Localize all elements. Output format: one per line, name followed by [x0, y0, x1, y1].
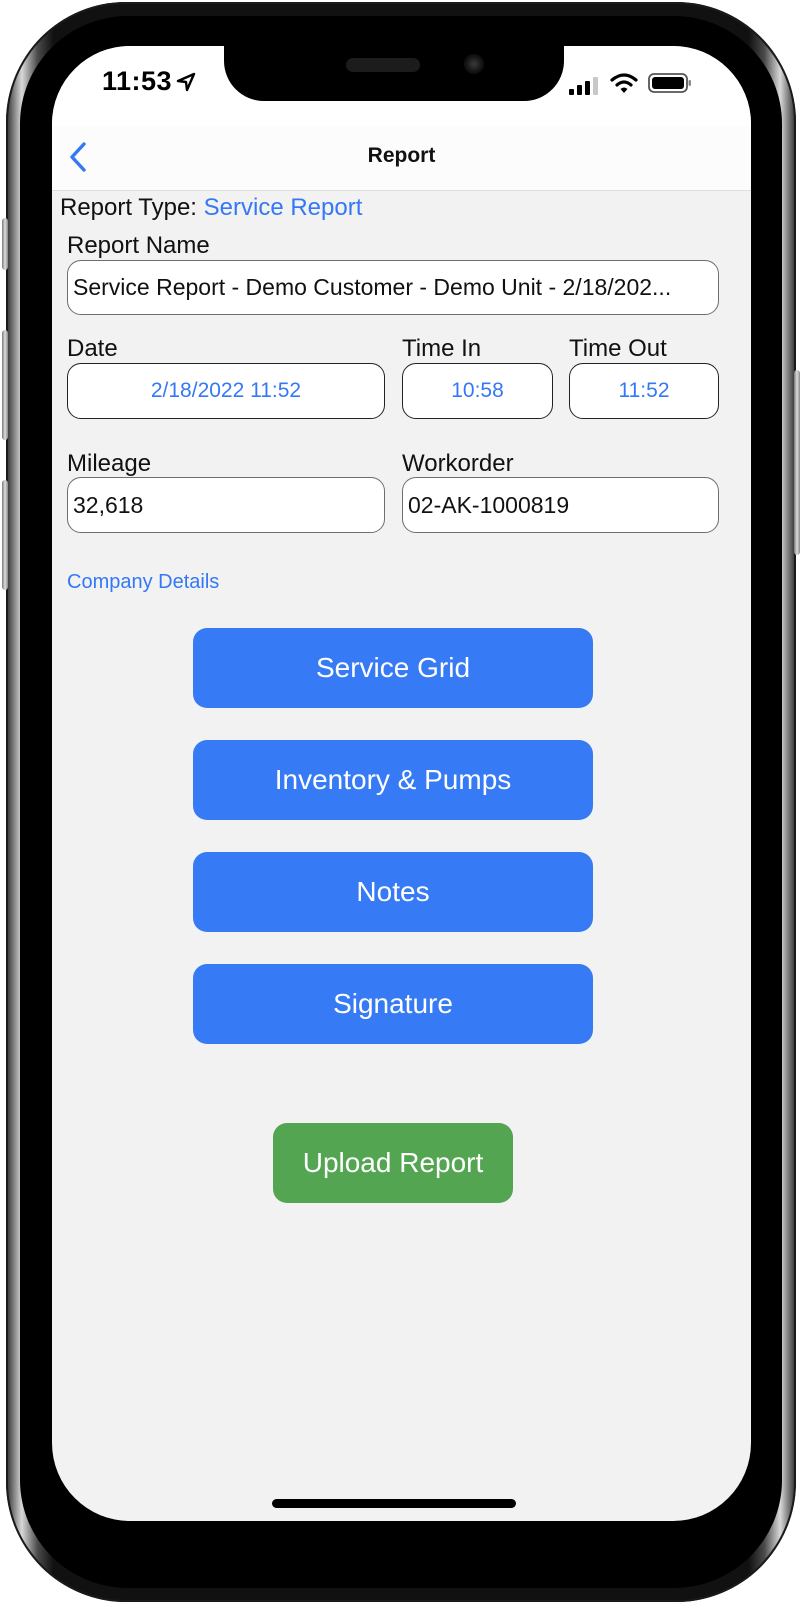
time-in-value: 10:58 [451, 379, 504, 402]
time-out-picker[interactable]: 11:52 [569, 363, 719, 419]
wifi-icon [610, 73, 638, 93]
mileage-label: Mileage [67, 450, 152, 477]
date-value: 2/18/2022 11:52 [150, 379, 302, 402]
cellular-signal-icon [569, 77, 598, 95]
time-out-value: 11:52 [618, 379, 670, 402]
report-name-value: Service Report - Demo Customer - Demo Un… [73, 274, 672, 300]
signature-button[interactable]: Signature [193, 964, 593, 1044]
page-title: Report [367, 144, 436, 167]
report-name-field[interactable]: Service Report - Demo Customer - Demo Un… [67, 260, 719, 315]
power-button [794, 370, 800, 555]
mileage-value: 32,618 [73, 491, 144, 518]
upload-report-button[interactable]: Upload Report [273, 1123, 513, 1203]
time-out-label: Time Out [569, 335, 667, 362]
front-camera [464, 54, 484, 74]
date-picker[interactable]: 2/18/2022 11:52 [67, 363, 385, 419]
status-time: 11:53 [102, 66, 173, 96]
home-indicator[interactable] [272, 1499, 516, 1508]
notes-button[interactable]: Notes [193, 852, 593, 932]
workorder-value: 02-AK-1000819 [408, 491, 570, 518]
battery-icon [648, 73, 691, 93]
speaker-grille [346, 58, 420, 72]
report-name-label: Report Name [67, 232, 210, 259]
navigation-bar: Report [52, 126, 751, 191]
location-arrow-icon [176, 72, 196, 92]
workorder-label: Workorder [402, 450, 514, 477]
report-type-label: Report Type: [60, 194, 197, 221]
time-in-picker[interactable]: 10:58 [402, 363, 553, 419]
volume-up-button [2, 330, 8, 440]
volume-down-button [2, 480, 8, 590]
workorder-field[interactable]: 02-AK-1000819 [402, 477, 719, 533]
mileage-field[interactable]: 32,618 [67, 477, 385, 533]
inventory-pumps-button[interactable]: Inventory & Pumps [193, 740, 593, 820]
screen: 11:53 Report Report Type: Service Report… [52, 46, 751, 1521]
service-grid-button[interactable]: Service Grid [193, 628, 593, 708]
notch [224, 46, 564, 101]
report-type-row: Report Type: Service Report [60, 194, 362, 222]
report-type-value[interactable]: Service Report [204, 194, 363, 221]
company-details-link[interactable]: Company Details [67, 571, 219, 594]
mute-switch [2, 218, 8, 270]
date-label: Date [67, 335, 118, 362]
time-in-label: Time In [402, 335, 482, 362]
